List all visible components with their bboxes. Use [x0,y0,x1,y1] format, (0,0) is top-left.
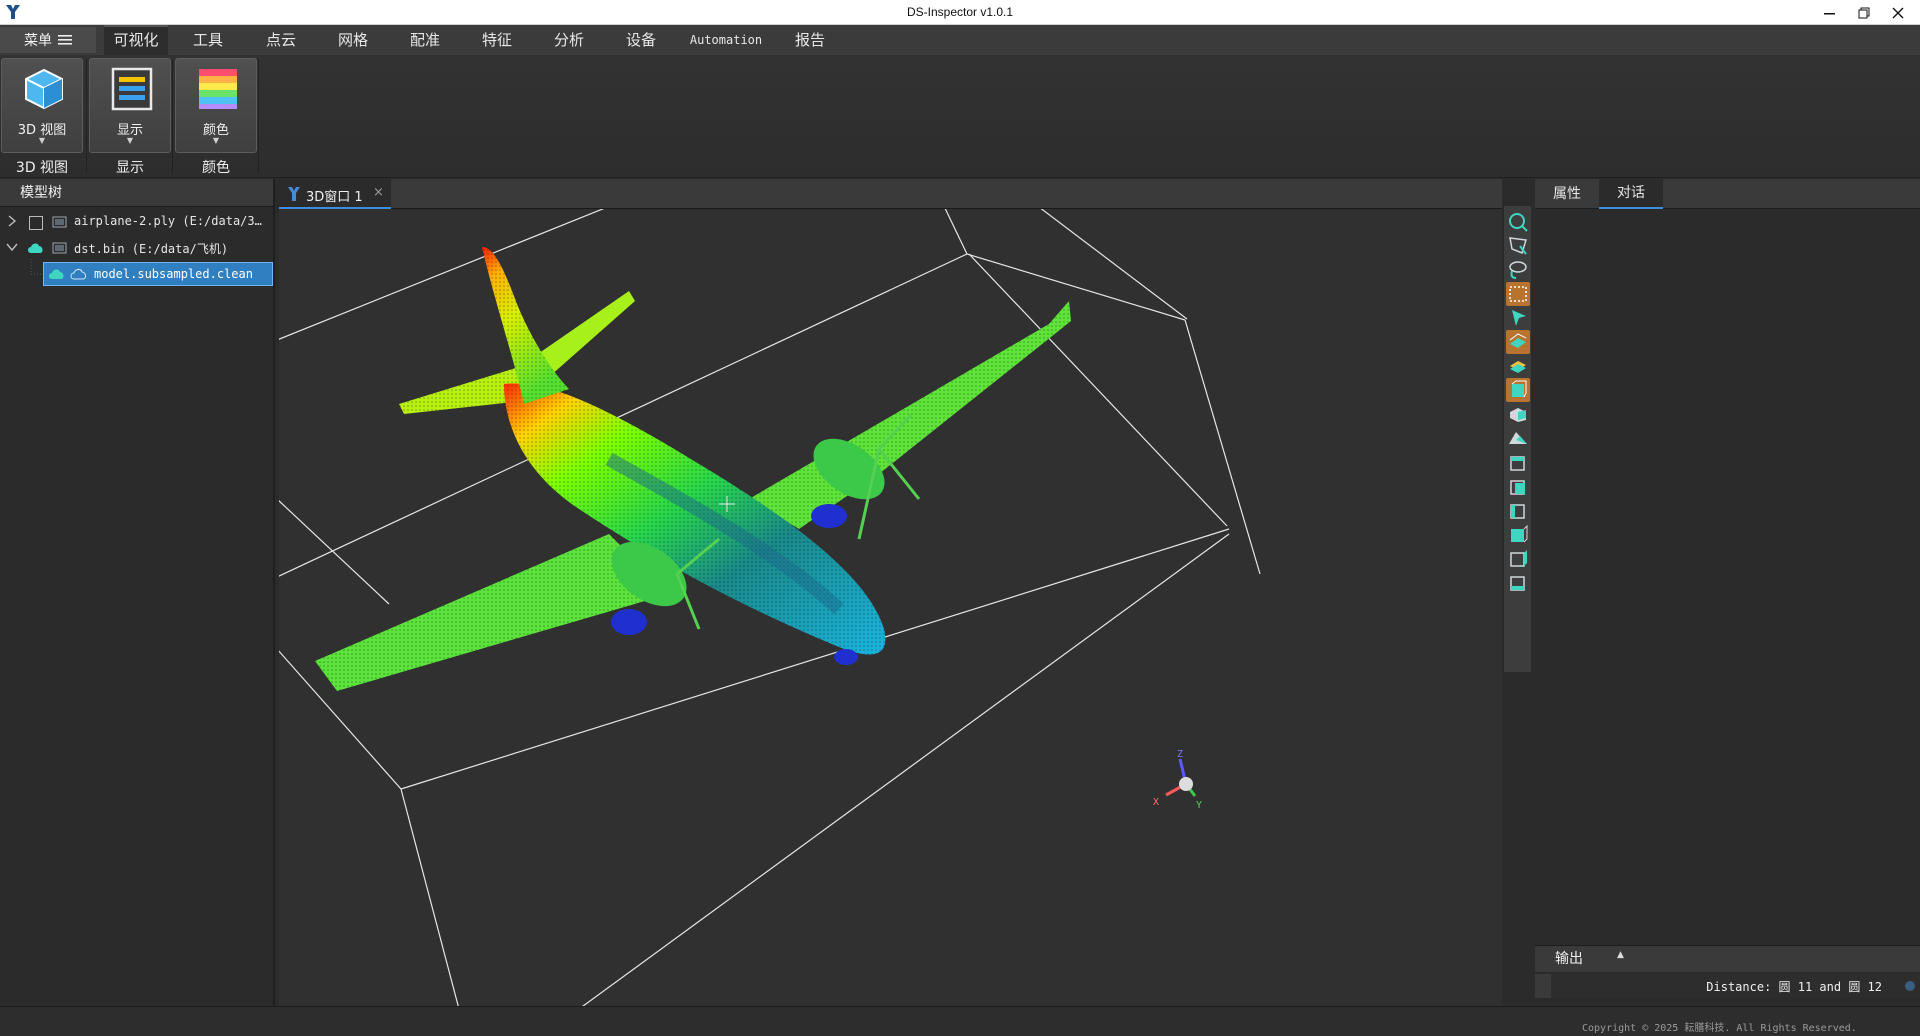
menu-item-visualize[interactable]: 可视化 [104,25,168,55]
menu-bar: 菜单 可视化 工具 点云 网格 配准 特征 分析 设备 Automation 报… [0,25,1920,55]
cloud-visible-icon[interactable] [27,240,45,256]
title-bar: DS-Inspector v1.0.1 [0,0,1920,25]
ribbon-separator [172,59,173,173]
view-right-icon[interactable] [1506,498,1530,522]
ribbon-group-caption: 3D 视图 [15,160,69,176]
tree-item-label: model.subsampled.clean [94,267,253,281]
color-button[interactable]: 颜色 ▼ [175,58,257,153]
menu-item-mesh[interactable]: 网格 [325,25,381,55]
main-menu-button[interactable]: 菜单 [0,27,96,53]
view-front-icon[interactable] [1506,378,1530,402]
minimize-button[interactable] [1813,0,1847,25]
right-panel-tabs: 属性 对话 [1535,179,1920,209]
close-icon [1892,7,1904,18]
app-logo-icon [288,187,300,201]
cloud-outline-icon [70,269,86,280]
3d-viewport[interactable]: Z X Y [279,209,1502,1006]
menu-item-pointcloud[interactable]: 点云 [253,25,309,55]
view-ortho-icon[interactable] [1506,570,1530,594]
pointcloud-file-icon [52,216,67,228]
dropdown-arrow-icon: ▼ [212,136,220,145]
view-bottom-icon[interactable] [1506,522,1530,546]
ribbon-group-caption: 显示 [116,160,144,176]
menu-item-features[interactable]: 特征 [469,25,525,55]
main-menu-label: 菜单 [24,33,52,49]
tab-3d-window-1[interactable]: 3D窗口 1 × [279,179,391,209]
ribbon-separator [86,59,87,173]
view-iso-icon[interactable] [1506,426,1530,450]
output-panel-title: 输出 ▲ [1535,945,1920,972]
visibility-checkbox[interactable] [29,216,43,230]
view-top-icon[interactable] [1506,330,1530,354]
view-layer-icon[interactable] [1506,354,1530,378]
axis-x-label: X [1153,797,1159,808]
hamburger-icon [58,35,72,45]
copyright-text: Copyright © 2025 耘膳科技. All Rights Reserv… [1582,1023,1857,1034]
window-title: DS-Inspector v1.0.1 [906,5,1014,19]
menu-item-devices[interactable]: 设备 [613,25,669,55]
minimize-icon [1824,12,1835,14]
display-layers-icon [111,67,153,111]
3d-view-button[interactable]: 3D 视图 ▼ [1,58,83,153]
dropdown-arrow-icon: ▼ [126,136,134,145]
rect-select-icon[interactable] [1506,282,1530,306]
menu-item-tools[interactable]: 工具 [180,25,236,55]
restore-button[interactable] [1847,0,1881,25]
polygon-select-icon[interactable] [1506,234,1530,258]
tree-item-model-subsampled[interactable]: model.subsampled.clean [43,262,273,286]
tab-properties[interactable]: 属性 [1535,179,1599,209]
model-tree-title: 模型树 [0,179,273,207]
app-window: DS-Inspector v1.0.1 菜单 可视化 工具 点云 网格 配准 特… [0,0,1920,1036]
tab-label: 3D窗口 1 [306,190,363,205]
output-log-text: Distance: 圆 11 and 圆 12 [1706,980,1882,994]
dropdown-arrow-icon: ▼ [38,136,46,145]
axis-z-label: Z [1177,749,1183,760]
display-button[interactable]: 显示 ▼ [89,58,171,153]
restore-icon [1858,7,1870,18]
tree-item-label: airplane-2.ply (E:/data/3… [74,214,262,228]
axis-y-label: Y [1196,800,1202,811]
zoom-fit-icon[interactable] [1506,210,1530,234]
close-button[interactable] [1881,0,1915,25]
view-toolstrip [1503,206,1531,672]
collapse-icon[interactable]: ▲ [1617,942,1624,969]
3d-scene[interactable]: Z X Y [279,209,1502,1006]
ribbon-toolbar: 3D 视图 ▼ 3D 视图 显示 ▼ 显示 颜色 ▼ 颜色 [0,55,1920,178]
view-back-icon[interactable] [1506,450,1530,474]
scroll-indicator[interactable] [1905,981,1915,991]
lasso-select-icon[interactable] [1506,258,1530,282]
view-side-icon[interactable] [1506,402,1530,426]
output-title-label: 输出 [1555,951,1583,967]
ribbon-separator [258,59,259,173]
ribbon-group-caption: 颜色 [202,160,230,176]
viewport-tab-bar: 3D窗口 1 × [279,179,1502,209]
cube-icon [25,68,63,110]
tab-close-icon[interactable]: × [373,185,384,200]
cloud-visible-icon[interactable] [48,267,66,281]
view-left-icon[interactable] [1506,474,1530,498]
pointer-icon[interactable] [1506,306,1530,330]
menu-item-registration[interactable]: 配准 [397,25,453,55]
output-log-line: Distance: 圆 11 and 圆 12 [1535,974,1920,998]
airplane-point-cloud [315,247,1071,691]
tree-item-dst[interactable]: dst.bin (E:/data/飞机) [0,236,273,260]
tree-item-airplane[interactable]: airplane-2.ply (E:/data/3… [0,210,273,234]
chevron-down-icon[interactable] [6,240,18,254]
chevron-right-icon[interactable] [6,214,18,228]
axis-triad-icon [1165,758,1197,797]
tree-connector [30,259,43,275]
color-palette-icon [199,69,237,109]
tab-dialog[interactable]: 对话 [1599,179,1663,209]
status-bar: Copyright © 2025 耘膳科技. All Rights Reserv… [0,1006,1920,1036]
tree-item-label: dst.bin (E:/data/飞机) [74,242,229,256]
menu-item-automation[interactable]: Automation [684,25,768,55]
right-panel: 属性 对话 输出 ▲ Distance: 圆 11 and 圆 12 [1535,179,1920,1006]
menu-item-report[interactable]: 报告 [782,25,838,55]
model-tree-panel: 模型树 airplane-2.ply (E:/data/3… dst.bin (… [0,179,275,1006]
output-gutter [1535,974,1551,998]
view-persp-icon[interactable] [1506,546,1530,570]
menu-item-analysis[interactable]: 分析 [541,25,597,55]
pointcloud-file-icon [52,242,67,254]
